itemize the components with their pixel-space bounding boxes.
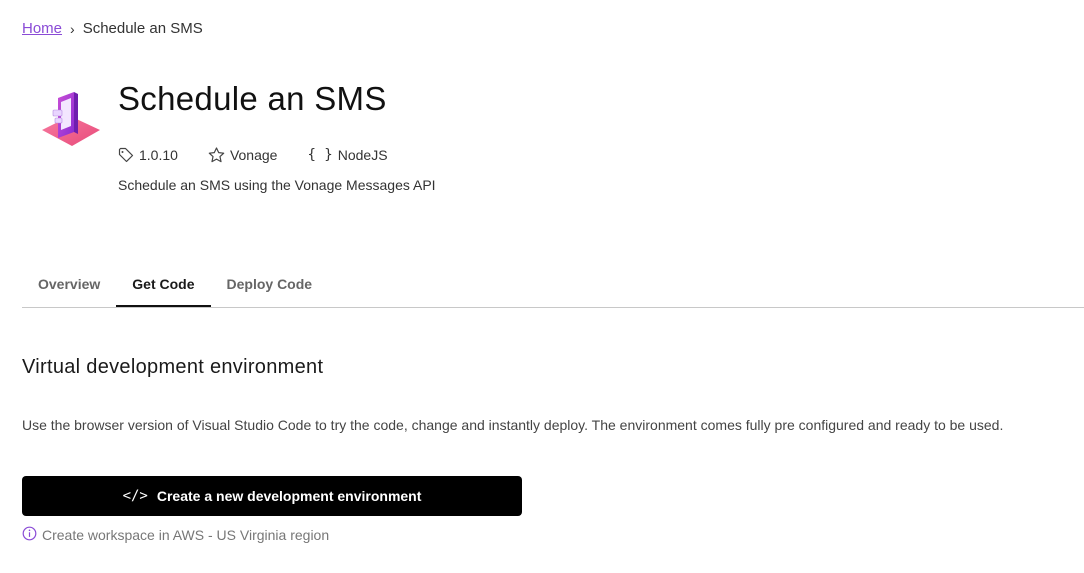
tab-bar: Overview Get Code Deploy Code — [22, 262, 1084, 308]
section-title: Virtual development environment — [22, 356, 324, 378]
region-note: Create workspace in AWS - US Virginia re… — [22, 526, 329, 544]
section-description: Use the browser version of Visual Studio… — [22, 417, 1004, 433]
page-description: Schedule an SMS using the Vonage Message… — [118, 177, 436, 193]
version-meta: 1.0.10 — [118, 147, 178, 163]
version-text: 1.0.10 — [139, 147, 178, 163]
author-meta: Vonage — [208, 147, 278, 163]
breadcrumb-separator: › — [70, 21, 75, 37]
region-note-text: Create workspace in AWS - US Virginia re… — [42, 527, 330, 543]
code-icon: </> — [122, 488, 148, 504]
page-title: Schedule an SMS — [118, 80, 387, 117]
info-icon — [22, 526, 37, 544]
tab-deploy-code[interactable]: Deploy Code — [211, 262, 329, 306]
author-text: Vonage — [229, 147, 278, 163]
breadcrumb-home-link[interactable]: Home — [22, 20, 62, 37]
star-icon — [208, 147, 225, 163]
tab-overview[interactable]: Overview — [22, 262, 116, 306]
sms-phone-illustration-icon — [40, 90, 104, 158]
language-meta: { } NodeJS — [307, 147, 387, 163]
tag-icon — [118, 147, 134, 163]
create-environment-label: Create a new development environment — [156, 488, 422, 504]
curly-braces-icon: { } — [307, 147, 333, 163]
meta-row: 1.0.10 Vonage { } NodeJS — [118, 147, 388, 163]
create-environment-button[interactable]: </> Create a new development environment — [22, 476, 522, 516]
tab-get-code[interactable]: Get Code — [116, 262, 211, 307]
language-text: NodeJS — [337, 147, 388, 163]
breadcrumb-current: Schedule an SMS — [82, 19, 203, 37]
breadcrumb: Home › Schedule an SMS — [22, 19, 203, 38]
